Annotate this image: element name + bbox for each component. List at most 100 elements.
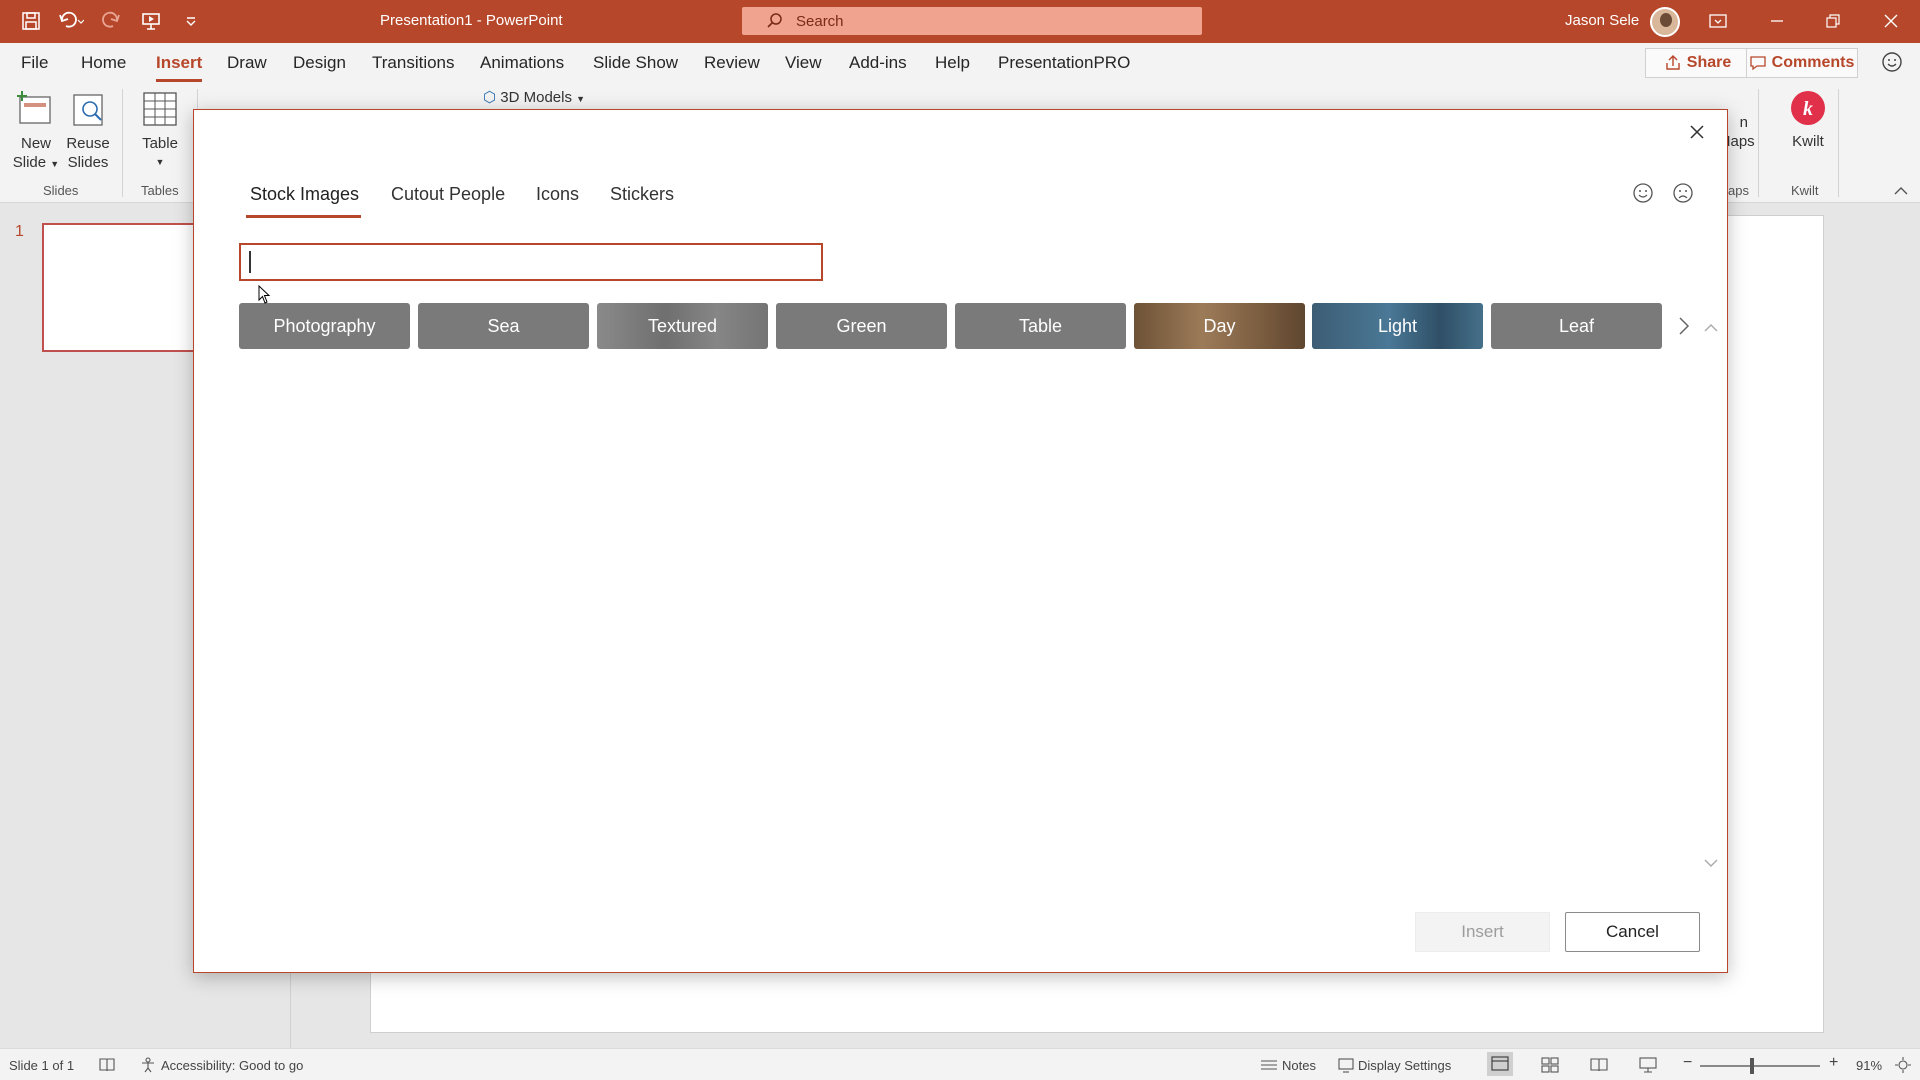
kwilt-group-label: Kwilt: [1791, 183, 1819, 198]
normal-view-button[interactable]: [1487, 1052, 1513, 1076]
chip-sea[interactable]: Sea: [418, 303, 589, 349]
scroll-up-icon[interactable]: [1702, 320, 1720, 336]
document-title: Presentation1 - PowerPoint: [380, 12, 563, 29]
present-from-beginning-icon[interactable]: [138, 8, 164, 34]
category-chips: Photography Sea Textured Green Table Day…: [239, 303, 1679, 349]
notes-button[interactable]: Notes: [1282, 1058, 1316, 1073]
tab-design[interactable]: Design: [293, 53, 346, 73]
comment-icon: [1750, 56, 1766, 71]
minimize-icon[interactable]: [1762, 8, 1792, 34]
tab-slide-show[interactable]: Slide Show: [593, 53, 678, 73]
maps-group-label: aps: [1728, 183, 1749, 198]
slide-show-view-icon[interactable]: [1638, 1056, 1658, 1074]
normal-view-icon: [1491, 1056, 1509, 1071]
undo-icon[interactable]: [58, 8, 84, 34]
restore-icon[interactable]: [1818, 8, 1848, 34]
tab-file[interactable]: File: [21, 53, 48, 73]
new-slide-label-2: Slide: [12, 154, 47, 171]
share-button[interactable]: Share: [1645, 48, 1751, 78]
tab-icons[interactable]: Icons: [536, 184, 579, 205]
chevron-down-icon: ▼: [155, 157, 165, 167]
fit-to-window-icon[interactable]: [1894, 1056, 1912, 1074]
accessibility-icon[interactable]: [139, 1057, 157, 1073]
user-name[interactable]: Jason Sele: [1565, 12, 1639, 29]
chips-next-button[interactable]: [1674, 313, 1694, 339]
mouse-cursor-icon: [258, 285, 271, 304]
chip-day[interactable]: Day: [1134, 303, 1305, 349]
zoom-out-button[interactable]: −: [1683, 1054, 1692, 1072]
frown-feedback-icon[interactable]: [1672, 182, 1694, 204]
chevron-down-icon: ▼: [50, 159, 60, 169]
comments-button[interactable]: Comments: [1746, 48, 1858, 78]
3d-models-label: 3D Models: [500, 89, 572, 106]
slide-thumbnail[interactable]: [42, 223, 202, 352]
tab-view[interactable]: View: [785, 53, 822, 73]
tab-insert[interactable]: Insert: [156, 53, 203, 82]
scroll-down-icon[interactable]: [1702, 855, 1720, 871]
table-button[interactable]: Table ▼: [135, 89, 185, 172]
chip-leaf[interactable]: Leaf: [1491, 303, 1662, 349]
display-settings-button[interactable]: Display Settings: [1358, 1058, 1451, 1073]
spelling-check-icon[interactable]: [98, 1057, 116, 1073]
search-box[interactable]: Search: [742, 7, 1202, 35]
3d-models-button[interactable]: ⬡ 3D Models ▼: [483, 88, 585, 109]
tab-review[interactable]: Review: [704, 53, 760, 73]
ribbon-display-options-icon[interactable]: [1703, 8, 1733, 34]
chip-textured[interactable]: Textured: [597, 303, 768, 349]
search-icon: [767, 13, 782, 28]
zoom-level[interactable]: 91%: [1856, 1058, 1882, 1073]
cube-icon: ⬡: [483, 89, 497, 106]
close-window-icon[interactable]: [1876, 8, 1906, 34]
tab-presentationpro[interactable]: PresentationPRO: [998, 53, 1130, 73]
avatar[interactable]: [1650, 7, 1680, 37]
tab-home[interactable]: Home: [81, 53, 126, 73]
title-bar: Presentation1 - PowerPoint Search Jason …: [0, 0, 1920, 43]
chip-green[interactable]: Green: [776, 303, 947, 349]
group-separator: [122, 89, 123, 197]
table-icon: [143, 92, 177, 126]
smile-feedback-icon[interactable]: [1632, 182, 1654, 204]
tab-transitions[interactable]: Transitions: [372, 53, 455, 73]
kwilt-label: Kwilt: [1792, 133, 1824, 150]
zoom-in-button[interactable]: +: [1829, 1054, 1838, 1072]
collapse-ribbon-icon[interactable]: [1894, 186, 1908, 196]
comments-label: Comments: [1771, 54, 1855, 71]
slide-number: 1: [15, 223, 24, 240]
tab-animations[interactable]: Animations: [480, 53, 564, 73]
close-dialog-button[interactable]: [1685, 120, 1709, 144]
feedback-smiley-icon[interactable]: [1880, 50, 1904, 74]
redo-icon[interactable]: [98, 8, 124, 34]
customize-qat-icon[interactable]: [178, 8, 204, 34]
slide-info[interactable]: Slide 1 of 1: [9, 1058, 74, 1073]
svg-text:k: k: [1803, 98, 1813, 120]
kwilt-button[interactable]: k Kwilt: [1784, 89, 1832, 151]
cancel-button[interactable]: Cancel: [1565, 912, 1700, 952]
chip-photography[interactable]: Photography: [239, 303, 410, 349]
save-icon[interactable]: [18, 8, 44, 34]
status-bar: Slide 1 of 1 Accessibility: Good to go N…: [0, 1048, 1920, 1080]
slide-sorter-icon[interactable]: [1540, 1056, 1560, 1074]
zoom-slider-thumb[interactable]: [1750, 1058, 1754, 1074]
chip-light[interactable]: Light: [1312, 303, 1483, 349]
tab-add-ins[interactable]: Add-ins: [849, 53, 907, 73]
chip-table[interactable]: Table: [955, 303, 1126, 349]
reuse-slides-button[interactable]: Reuse Slides: [63, 89, 113, 172]
stock-search-input[interactable]: [239, 243, 823, 281]
chevron-down-icon: ▼: [576, 94, 586, 104]
insert-button[interactable]: Insert: [1415, 912, 1550, 952]
tab-cutout-people[interactable]: Cutout People: [391, 184, 505, 205]
search-placeholder: Search: [796, 12, 844, 30]
kwilt-logo-icon: k: [1791, 91, 1825, 125]
reading-view-icon[interactable]: [1589, 1056, 1609, 1074]
accessibility-status[interactable]: Accessibility: Good to go: [161, 1058, 303, 1073]
reuse-slides-icon: [73, 94, 103, 126]
zoom-slider[interactable]: [1700, 1065, 1820, 1067]
tab-draw[interactable]: Draw: [227, 53, 267, 73]
new-slide-button[interactable]: New Slide ▼: [10, 89, 62, 174]
tab-stickers[interactable]: Stickers: [610, 184, 674, 205]
quick-access-toolbar: [18, 8, 204, 34]
share-icon: [1666, 55, 1680, 70]
tab-help[interactable]: Help: [935, 53, 970, 73]
tab-stock-images[interactable]: Stock Images: [245, 184, 362, 218]
stock-images-dialog: Stock Images Cutout People Icons Sticker…: [193, 109, 1728, 973]
